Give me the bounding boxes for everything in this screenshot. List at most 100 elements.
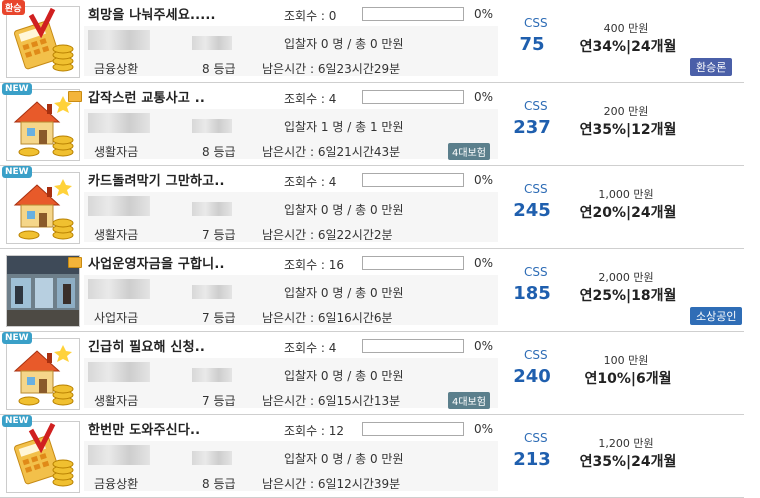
view-count: 조회수 : 4 [284, 175, 337, 189]
credit-grade: 8 등급 [202, 62, 236, 76]
css-score: 240 [513, 366, 551, 387]
funding-progress-bar [362, 90, 464, 104]
bidder-summary: 입찰자 1 명 / 총 1 만원 [284, 120, 404, 134]
view-count: 조회수 : 4 [284, 341, 337, 355]
view-count: 조회수 : 0 [284, 9, 337, 23]
loan-amount: 100 만원 [603, 354, 649, 367]
loan-title[interactable]: 희망을 나눠주세요..... [88, 4, 216, 23]
remaining-time: 남은시간 : 6일15시간13분 [262, 394, 401, 408]
remaining-time: 남은시간 : 6일23시간29분 [262, 62, 401, 76]
blurred-id [192, 285, 232, 299]
credit-grade: 7 등급 [202, 228, 236, 242]
css-label: CSS [524, 265, 548, 279]
css-score: 213 [513, 449, 551, 470]
loan-amount: 2,000 만원 [598, 271, 654, 284]
loan-title[interactable]: 카드돌려막기 그만하고.. [88, 170, 225, 189]
blurred-id [192, 202, 232, 216]
remaining-time: 남은시간 : 6일12시간39분 [262, 477, 401, 491]
category-badge[interactable]: 소상공인 [690, 307, 743, 325]
remaining-time: 남은시간 : 6일16시간6분 [262, 311, 393, 325]
blurred-id [192, 368, 232, 382]
remaining-time: 남은시간 : 6일22시간2분 [262, 228, 393, 242]
interest-term: 연10%|6개월 [584, 371, 672, 387]
loan-row[interactable]: 사업운영자금을 구합니.. 사업자금 7 등급 조회수 : 16 0% 입찰자 … [0, 249, 744, 332]
remaining-time: 남은시간 : 6일21시간43분 [262, 145, 401, 159]
loan-amount: 400 만원 [603, 22, 649, 35]
credit-grade: 7 등급 [202, 394, 236, 408]
css-score: 185 [513, 283, 551, 304]
blurred-name [88, 362, 150, 382]
loan-purpose: 사업자금 [94, 311, 139, 325]
loan-thumbnail[interactable] [6, 338, 80, 410]
interest-term: 연34%|24개월 [579, 39, 677, 55]
loan-list: 환승 희망을 나눠주세요..... 금융상환 8 등급 조회수 : 0 0% 입… [0, 0, 744, 498]
funding-progress-bar [362, 256, 464, 270]
status-tag: NEW [2, 166, 32, 178]
loan-purpose: 금융상환 [94, 62, 139, 76]
funding-percent: 0% [474, 7, 494, 21]
blurred-name [88, 445, 150, 465]
css-score: 237 [513, 117, 551, 138]
funding-progress-bar [362, 173, 464, 187]
loan-row[interactable]: NEW 긴급히 필요해 신청.. 생활자금 7 등급 조회수 : 4 0% 입찰… [0, 332, 744, 415]
credit-grade: 8 등급 [202, 145, 236, 159]
loan-thumbnail[interactable] [6, 6, 80, 78]
funding-percent: 0% [474, 422, 494, 436]
loan-title[interactable]: 사업운영자금을 구합니.. [88, 253, 225, 272]
blurred-name [88, 196, 150, 216]
credit-grade: 8 등급 [202, 477, 236, 491]
view-count: 조회수 : 12 [284, 424, 345, 438]
css-score: 75 [519, 34, 545, 55]
blurred-id [192, 36, 232, 50]
loan-row[interactable]: NEW 카드돌려막기 그만하고.. 생활자금 7 등급 조회수 : 4 0% 입… [0, 166, 744, 249]
blurred-name [88, 279, 150, 299]
css-label: CSS [524, 182, 548, 196]
css-label: CSS [524, 431, 548, 445]
blurred-name [88, 30, 150, 50]
loan-amount: 1,000 만원 [598, 188, 654, 201]
category-badge[interactable]: 환승론 [690, 58, 733, 76]
bidder-summary: 입찰자 0 명 / 총 0 만원 [284, 37, 404, 51]
loan-row[interactable]: NEW 갑작스런 교통사고 .. 생활자금 8 등급 조회수 : 4 0% 입찰… [0, 83, 744, 166]
bidder-summary: 입찰자 0 명 / 총 0 만원 [284, 286, 404, 300]
loan-row[interactable]: 환승 희망을 나눠주세요..... 금융상환 8 등급 조회수 : 0 0% 입… [0, 0, 744, 83]
folder-icon [68, 91, 82, 102]
insurance-badge: 4대보험 [448, 143, 490, 160]
funding-progress-bar [362, 7, 464, 21]
loan-title[interactable]: 긴급히 필요해 신청.. [88, 336, 205, 355]
loan-title[interactable]: 갑작스런 교통사고 .. [88, 87, 205, 106]
funding-progress-bar [362, 339, 464, 353]
loan-title[interactable]: 한번만 도와주신다.. [88, 419, 200, 438]
loan-purpose: 금융상환 [94, 477, 139, 491]
view-count: 조회수 : 4 [284, 92, 337, 106]
blurred-name [88, 113, 150, 133]
loan-row[interactable]: NEW 한번만 도와주신다.. 금융상환 8 등급 조회수 : 12 0% 입찰… [0, 415, 744, 498]
css-label: CSS [524, 99, 548, 113]
loan-purpose: 생활자금 [94, 228, 139, 242]
status-tag: 환승 [2, 0, 25, 15]
css-label: CSS [524, 348, 548, 362]
loan-amount: 200 만원 [603, 105, 649, 118]
funding-percent: 0% [474, 173, 494, 187]
loan-thumbnail[interactable] [6, 172, 80, 244]
calculator-coins-icon [13, 422, 74, 487]
loan-thumbnail[interactable] [6, 421, 80, 493]
funding-percent: 0% [474, 90, 494, 104]
funding-progress-bar [362, 422, 464, 436]
house-coins-icon [13, 345, 74, 406]
loan-purpose: 생활자금 [94, 394, 139, 408]
credit-grade: 7 등급 [202, 311, 236, 325]
folder-icon [68, 257, 82, 268]
interest-term: 연35%|12개월 [579, 122, 677, 138]
interest-term: 연35%|24개월 [579, 454, 677, 470]
status-tag: NEW [2, 332, 32, 344]
funding-percent: 0% [474, 256, 494, 270]
house-coins-icon [13, 179, 74, 240]
status-tag: NEW [2, 83, 32, 95]
blurred-id [192, 119, 232, 133]
loan-purpose: 생활자금 [94, 145, 139, 159]
blurred-id [192, 451, 232, 465]
bidder-summary: 입찰자 0 명 / 총 0 만원 [284, 452, 404, 466]
insurance-badge: 4대보험 [448, 392, 490, 409]
bidder-summary: 입찰자 0 명 / 총 0 만원 [284, 203, 404, 217]
